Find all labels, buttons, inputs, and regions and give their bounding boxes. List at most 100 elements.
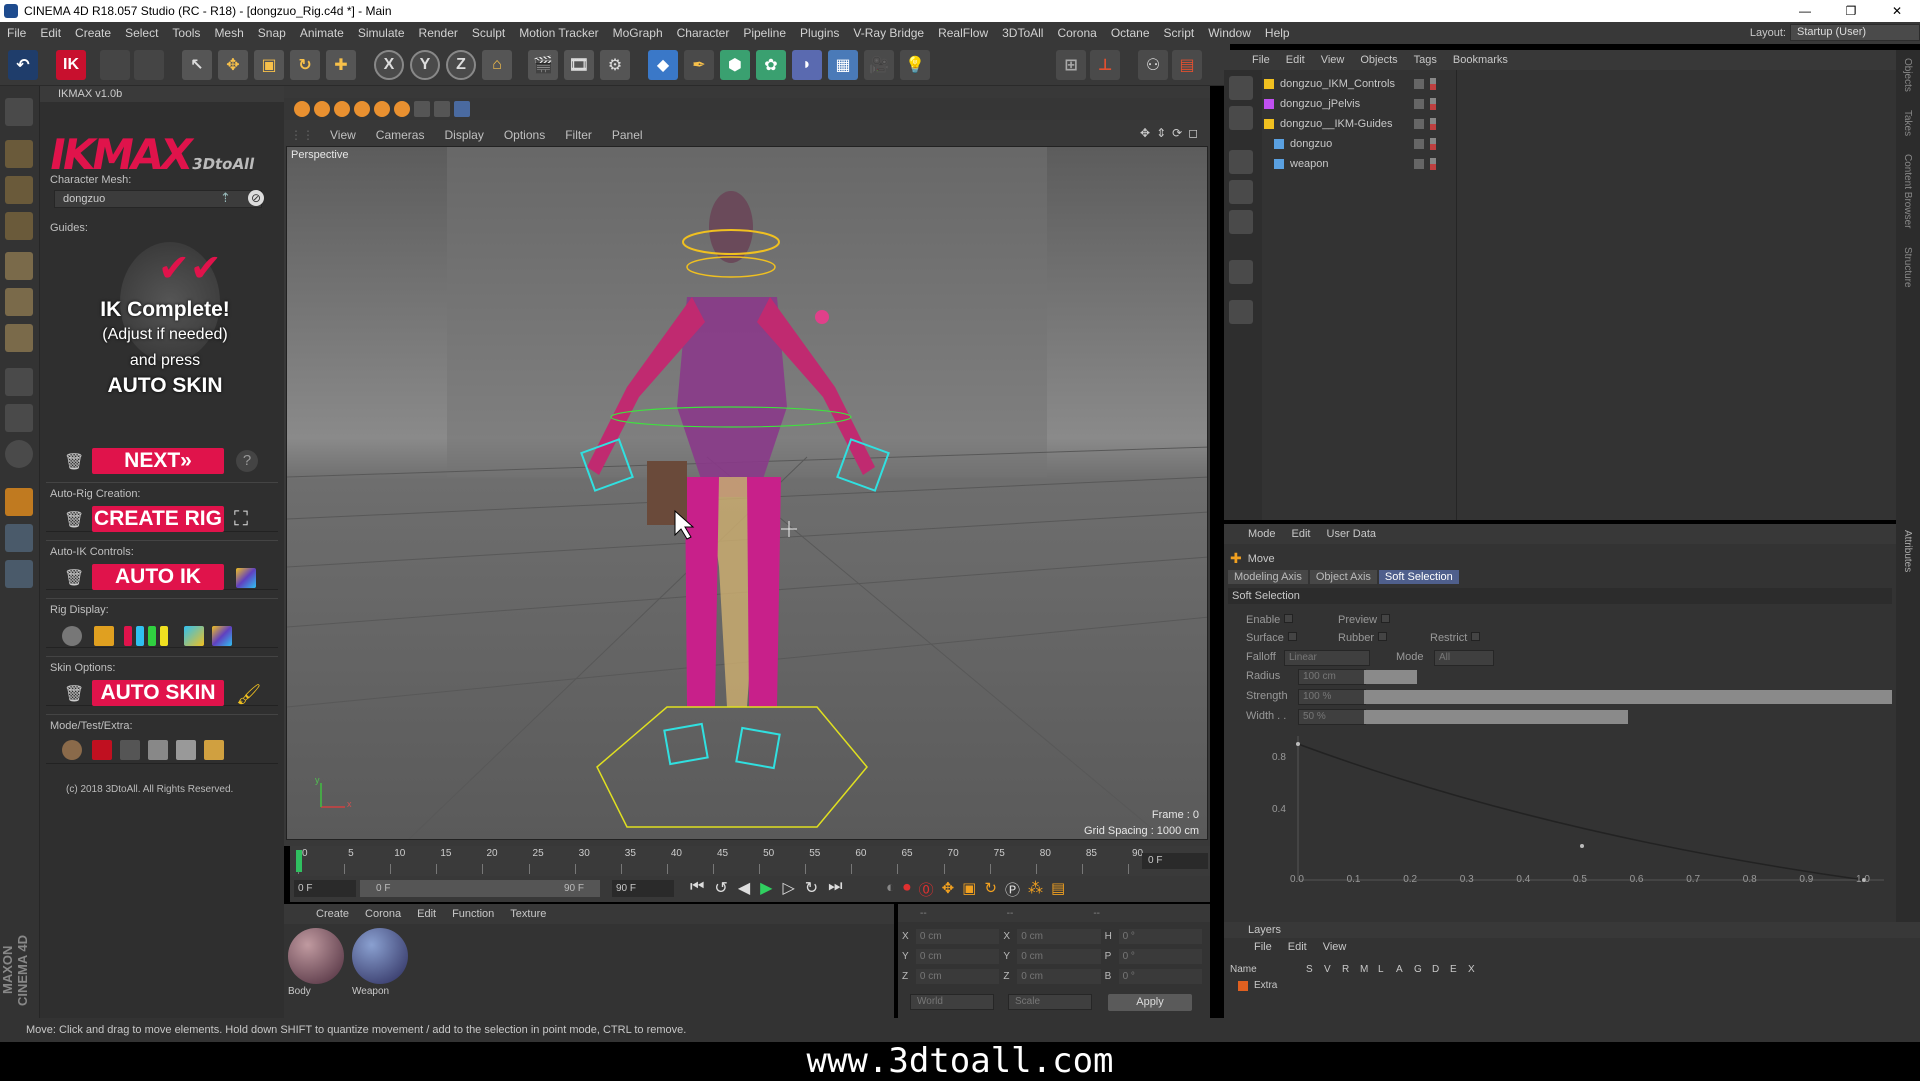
preview-checkbox[interactable] [1381,614,1391,623]
character-mode-icon[interactable] [62,740,82,760]
orange-dot-icon[interactable] [374,101,390,117]
menu-item-octane[interactable]: Octane [1104,26,1157,40]
param-key-icon[interactable]: Ⓟ [1005,879,1020,900]
go-to-end-icon[interactable]: ⏭ [828,878,842,898]
viewport-menu-options[interactable]: Options [494,128,555,142]
array-icon[interactable]: ✿ [756,50,786,80]
frame-range-slider[interactable]: 0 F 90 F [360,880,600,897]
coord-value-field[interactable]: 0 ° [1118,968,1202,984]
pan-icon[interactable]: ✥ [1140,126,1150,140]
right-tab-objects[interactable]: Objects [1902,58,1913,92]
polygons-mode-icon[interactable] [5,324,33,352]
attr-tab-soft-selection[interactable]: Soft Selection [1378,570,1459,584]
menu-item-mesh[interactable]: Mesh [207,26,250,40]
material-menu-edit[interactable]: Edit [409,908,444,920]
layer-dot-icon[interactable] [1414,139,1424,149]
object-row[interactable]: weapon [1264,154,1894,174]
ik-cube-icon[interactable] [236,568,256,588]
cube-icon[interactable]: ◆ [648,50,678,80]
select-arrow-icon[interactable]: ↖ [182,50,212,80]
menu-item-3dtoall[interactable]: 3DToAll [995,26,1050,40]
menu-item-snap[interactable]: Snap [251,26,293,40]
orange-dot-icon[interactable] [334,101,350,117]
mode-dropdown[interactable]: All [1434,650,1494,666]
undo-button-icon[interactable] [100,50,130,80]
viewport-menu-cameras[interactable]: Cameras [366,128,435,142]
menu-item-realflow[interactable]: RealFlow [931,26,995,40]
layers-menu-file[interactable]: File [1246,941,1280,953]
grid-lock-icon[interactable] [5,524,33,552]
undo-icon[interactable]: ↶ [8,50,38,80]
trash-icon[interactable]: 🗑 [64,568,84,587]
play-icon[interactable]: ▶ [760,878,772,898]
make-editable-icon[interactable] [5,98,33,126]
visibility-dot-icon[interactable] [1430,158,1436,170]
auto-ik-button[interactable]: AUTO IK [92,564,224,590]
color-blue-icon[interactable] [136,626,144,646]
axis-y-lock[interactable]: Y [410,50,440,80]
previous-key-icon[interactable]: ↺ [714,878,727,898]
width-field[interactable]: 50 % [1298,709,1366,725]
menu-item-motion-tracker[interactable]: Motion Tracker [512,26,605,40]
material-item[interactable]: Weapon [352,928,410,997]
material-item[interactable]: Body [288,928,346,997]
menu-item-mograph[interactable]: MoGraph [606,26,670,40]
live-select-icon[interactable]: ✚ [326,50,356,80]
restore-icon[interactable]: ❐ [1828,0,1874,22]
start-frame-field[interactable]: 0 F [294,880,356,897]
test-anim-icon[interactable] [148,740,168,760]
right-tab-content-browser[interactable]: Content Browser [1902,154,1913,228]
axis-mode-icon[interactable] [5,368,33,396]
gray-square-icon[interactable] [414,101,430,117]
grid-snap-icon[interactable] [5,560,33,588]
ikmax-icon[interactable]: IK [56,50,86,80]
object-menu-edit[interactable]: Edit [1278,54,1313,66]
rotate-tool-icon[interactable]: ↻ [290,50,320,80]
export-icon[interactable] [204,740,224,760]
create-rig-button[interactable]: CREATE RIG [92,506,224,532]
mesh-pick-icon[interactable]: ⇡ [220,190,231,206]
menu-item-script[interactable]: Script [1157,26,1202,40]
attr-menu-mode[interactable]: Mode [1240,528,1284,540]
snapping-icon[interactable] [5,440,33,468]
pla-key-icon[interactable]: ⁂ [1028,879,1043,900]
object-row[interactable]: dongzuo_jPelvis [1264,94,1894,114]
menu-item-pipeline[interactable]: Pipeline [736,26,793,40]
color-green-icon[interactable] [148,626,156,646]
right-tab-takes[interactable]: Takes [1902,110,1913,136]
timeline-icon[interactable]: ▤ [1051,879,1065,900]
script-manager-icon[interactable]: ▤ [1172,50,1202,80]
texture-mode-icon[interactable] [5,176,33,204]
keyframe-icon[interactable]: ◐ [886,879,895,900]
subdivision-icon[interactable]: ⬢ [720,50,750,80]
workplane-icon[interactable]: ⊥ [1090,50,1120,80]
coord-system-dropdown[interactable]: World [910,994,994,1010]
visibility-dot-icon[interactable] [1430,78,1436,90]
orange-dot-icon[interactable] [394,101,410,117]
object-tool-icon[interactable] [1229,106,1253,130]
maximize-view-icon[interactable]: ◻ [1188,126,1198,140]
menu-item-help[interactable]: Help [1258,26,1297,40]
visibility-icon[interactable] [62,626,82,646]
scale-key-icon[interactable]: ▣ [962,879,976,900]
layers-menu-edit[interactable]: Edit [1280,941,1315,953]
light-icon[interactable]: 💡 [900,50,930,80]
visibility-dot-icon[interactable] [1430,138,1436,150]
3d-viewport[interactable]: Perspective x y Frame : 0 Grid Spacing :… [286,146,1208,840]
attributes-tab[interactable]: Attributes [1902,530,1913,572]
width-slider[interactable] [1364,710,1892,724]
surface-checkbox[interactable] [1287,632,1297,641]
axis-z-lock[interactable]: Z [446,50,476,80]
object-tool-icon[interactable] [1229,260,1253,284]
coord-mode-dropdown[interactable]: Scale [1008,994,1092,1010]
visibility-dot-icon[interactable] [1430,118,1436,130]
timeline-ruler[interactable]: 0 5 10 15 20 25 30 35 40 45 50 55 60 65 70 75 80 85 90 0 F [290,846,1210,876]
object-menu-tags[interactable]: Tags [1406,54,1445,66]
attr-menu-user-data[interactable]: User Data [1319,528,1385,540]
object-menu-view[interactable]: View [1313,54,1353,66]
workplane-mode-icon[interactable] [5,212,33,240]
rubber-checkbox[interactable] [1378,632,1388,641]
orange-dot-icon[interactable] [314,101,330,117]
object-row[interactable]: dongzuo [1264,134,1894,154]
layer-dot-icon[interactable] [1414,119,1424,129]
